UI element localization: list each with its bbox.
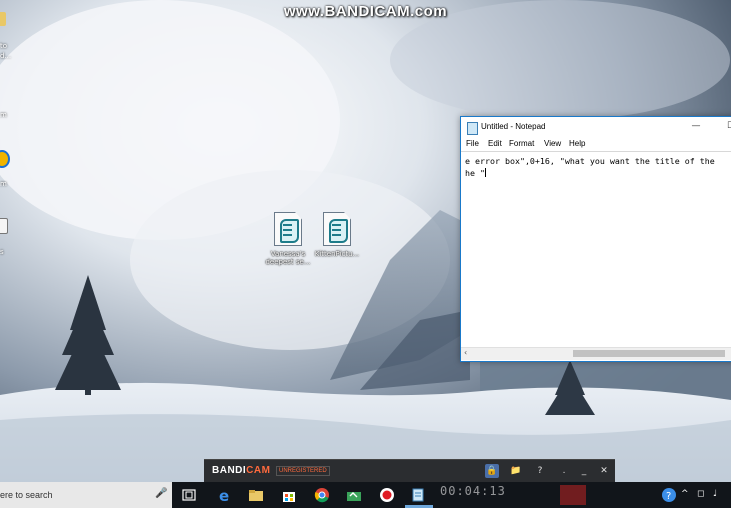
menu-help[interactable]: Help — [569, 139, 585, 148]
registration-status: UNREGISTERED — [276, 466, 330, 476]
scroll-left-icon[interactable]: ‹ — [464, 348, 467, 357]
record-icon[interactable] — [379, 487, 395, 503]
menu-bar: File Edit Format View Help — [461, 137, 731, 151]
chrome-icon[interactable] — [314, 487, 330, 503]
green-app-icon[interactable] — [346, 487, 362, 503]
svg-text:e: e — [219, 487, 229, 503]
task-view-icon[interactable] — [181, 487, 197, 503]
desktop-file-kitten[interactable]: KittenPictu... — [313, 212, 361, 258]
notepad-window[interactable]: Untitled - Notepad — ☐ File Edit Format … — [460, 116, 731, 362]
bandicam-bar[interactable]: BANDICAM UNREGISTERED 🔒 📁 ? . _ ✕ — [204, 459, 615, 482]
notepad-app-icon — [467, 122, 478, 135]
settings-dot[interactable]: . — [557, 464, 571, 478]
menu-file[interactable]: File — [466, 139, 479, 148]
help-icon[interactable]: ? — [661, 487, 677, 503]
record-stop-button[interactable] — [560, 485, 586, 505]
desktop-file-label: Vanessa's deepest se... — [265, 250, 311, 266]
store-icon[interactable] — [281, 487, 297, 503]
scrollbar-thumb[interactable] — [573, 350, 725, 357]
desktop-file-label: KittenPictu... — [314, 250, 360, 258]
maximize-button[interactable]: ☐ — [723, 119, 731, 135]
script-file-icon — [323, 212, 351, 246]
help-button[interactable]: ? — [533, 464, 547, 478]
file-icon — [0, 218, 8, 234]
desktop-icon-label: m — [0, 111, 7, 119]
minimize-button[interactable]: — — [688, 119, 704, 135]
script-file-icon — [274, 212, 302, 246]
text-editor-area[interactable]: e error box",0+16, "what you want the ti… — [461, 151, 731, 348]
desktop-file-vanessa[interactable]: Vanessa's deepest se... — [264, 212, 312, 266]
minimize-button[interactable]: _ — [577, 464, 591, 478]
folder-icon — [0, 12, 6, 26]
folder-icon[interactable]: 📁 — [509, 464, 523, 478]
file-explorer-icon[interactable] — [248, 487, 264, 503]
editor-line-2: he " — [465, 168, 485, 178]
microphone-icon[interactable]: 🎤 — [155, 488, 167, 499]
desktop-icon-label: to — [0, 42, 8, 50]
menu-view[interactable]: View — [544, 139, 561, 148]
taskbar: ere to search 🎤 e ? ^ ◻ ♩ — [0, 482, 731, 508]
svg-text:?: ? — [666, 491, 671, 502]
bandicam-logo: BANDICAM — [212, 465, 271, 476]
notepad-titlebar[interactable]: Untitled - Notepad — ☐ — [461, 117, 731, 137]
menu-format[interactable]: Format — [509, 139, 534, 148]
recording-watermark: www.BANDICAM.com — [283, 3, 448, 20]
notepad-taskbar-icon[interactable] — [410, 487, 426, 503]
window-title: Untitled - Notepad — [481, 122, 546, 131]
desktop-icon-label: s — [0, 248, 4, 256]
close-button[interactable]: ✕ — [597, 464, 611, 478]
editor-line-1: e error box",0+16, "what you want the ti… — [465, 156, 715, 166]
desktop-icon-label: m — [0, 180, 7, 188]
search-box[interactable]: ere to search 🎤 — [0, 482, 172, 508]
search-placeholder: ere to search — [0, 490, 53, 500]
volume-icon[interactable]: ♩ — [713, 489, 717, 499]
chevron-up-icon[interactable]: ^ — [681, 489, 689, 499]
horizontal-scrollbar[interactable]: ‹ — [461, 347, 731, 360]
editor-text: e error box",0+16, "what you want the ti… — [465, 155, 715, 179]
edge-browser-icon[interactable]: e — [216, 487, 232, 503]
desktop-icon-label: d... — [0, 52, 12, 60]
lock-icon[interactable]: 🔒 — [485, 464, 499, 478]
text-caret — [484, 168, 486, 177]
menu-edit[interactable]: Edit — [488, 139, 502, 148]
recording-timer: 00:04:13 — [440, 484, 506, 498]
network-icon[interactable]: ◻ — [697, 489, 704, 499]
